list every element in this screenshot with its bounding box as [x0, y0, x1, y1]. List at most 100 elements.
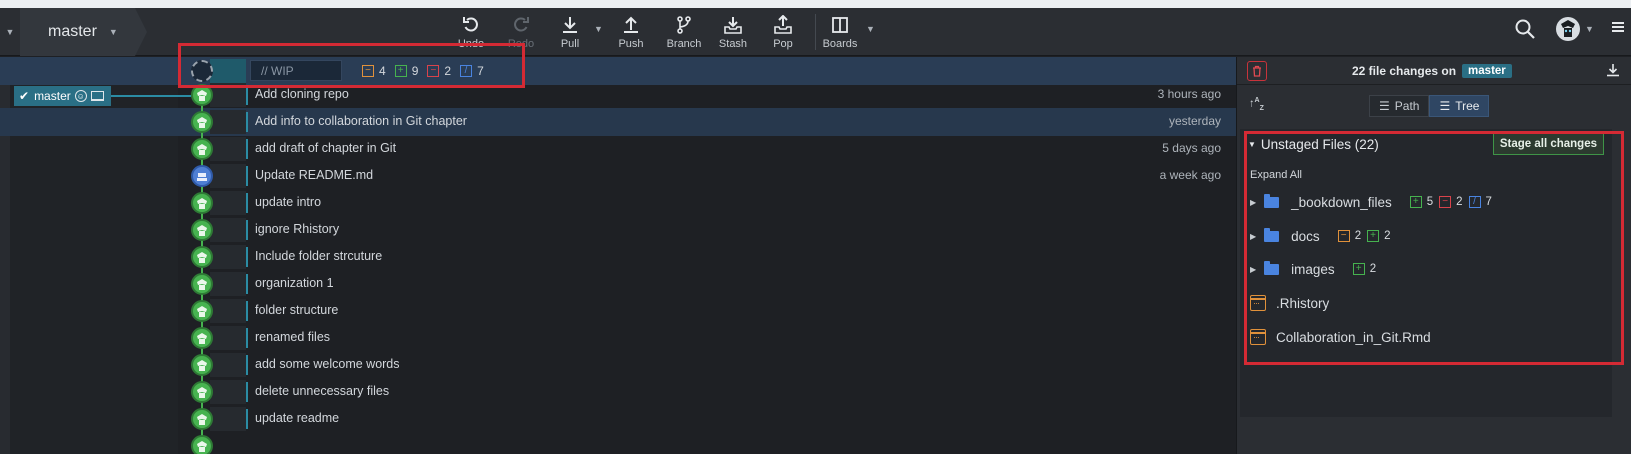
commit-node[interactable] — [191, 246, 213, 268]
menu-icon — [1612, 22, 1624, 32]
commit-row[interactable]: renamed files — [0, 324, 1236, 352]
pull-button[interactable]: Pull — [555, 10, 585, 54]
branch-selector[interactable]: master ▼ — [20, 8, 147, 56]
graph-tile — [210, 218, 246, 242]
commit-message: update intro — [255, 195, 322, 209]
commit-row[interactable]: update readme — [0, 405, 1236, 433]
chevron-down-icon: ▼ — [1585, 24, 1594, 34]
commit-time: 5 days ago — [1162, 141, 1221, 155]
commit-row[interactable]: Update README.md a week ago — [0, 162, 1236, 190]
laptop-icon — [90, 91, 104, 101]
trash-icon — [1253, 65, 1261, 77]
commit-message: renamed files — [255, 330, 331, 344]
graph-tile — [210, 191, 246, 215]
commit-node[interactable] — [191, 435, 213, 454]
avatar-icon — [197, 198, 207, 209]
commit-row[interactable]: Include folder strcuture — [0, 243, 1236, 271]
commit-message: Include folder strcuture — [255, 249, 383, 263]
download-button[interactable] — [1606, 63, 1620, 82]
path-view-button[interactable]: ☰ Path — [1369, 95, 1430, 117]
avatar — [1556, 17, 1580, 41]
graph-tile — [210, 326, 246, 350]
redo-icon — [514, 16, 529, 31]
row-divider — [246, 328, 248, 348]
remote-avatar-icon: ☺ — [74, 90, 87, 102]
branch-label: Branch — [666, 37, 702, 50]
commit-node[interactable] — [191, 300, 213, 322]
avatar-icon — [197, 387, 207, 398]
commit-node[interactable] — [191, 381, 213, 403]
commit-message: add some welcome words — [255, 357, 400, 371]
commit-message: add draft of chapter in Git — [255, 141, 397, 155]
pop-label: Pop — [773, 37, 793, 50]
avatar-icon — [197, 117, 207, 128]
commit-row[interactable]: folder structure — [0, 297, 1236, 325]
commit-node[interactable] — [191, 192, 213, 214]
boards-button[interactable]: Boards — [820, 10, 860, 54]
row-divider — [246, 409, 248, 429]
wip-highlight-box — [178, 43, 525, 88]
row-divider — [246, 382, 248, 402]
repo-menu-caret[interactable]: ▼ — [0, 8, 20, 56]
tree-view-button[interactable]: ☰ Tree — [1429, 95, 1490, 117]
avatar-icon — [197, 144, 207, 155]
commit-node[interactable] — [191, 165, 213, 187]
commit-row[interactable]: add some welcome words — [0, 351, 1236, 379]
graph-tile — [210, 110, 246, 134]
row-divider — [246, 355, 248, 375]
stash-label: Stash — [718, 37, 748, 50]
branch-tag-master[interactable]: ✔ master ☺ — [14, 86, 111, 106]
discard-all-button[interactable] — [1247, 61, 1267, 81]
avatar-icon — [197, 225, 207, 236]
commit-message: update readme — [255, 411, 340, 425]
unstaged-highlight-box — [1244, 131, 1624, 365]
avatar-icon — [197, 360, 207, 371]
panel-branch-badge: master — [1462, 64, 1512, 78]
file-changes-title: 22 file changes on master — [1352, 64, 1512, 78]
commit-row[interactable]: organization 1 — [0, 270, 1236, 298]
graph-tile — [210, 407, 246, 431]
commit-message: delete unnecessary files — [255, 384, 390, 398]
avatar-icon — [197, 441, 207, 452]
commit-row[interactable]: ignore Rhistory — [0, 216, 1236, 244]
window-top-strip — [0, 0, 1631, 8]
commit-node[interactable] — [191, 327, 213, 349]
commit-node[interactable] — [191, 408, 213, 430]
stash-icon — [724, 16, 742, 34]
sort-az-icon[interactable]: ↑AZ — [1249, 97, 1264, 112]
commit-row[interactable]: Add info to collaboration in Git chapter… — [0, 108, 1236, 136]
panel-header: 22 file changes on master — [1237, 57, 1631, 85]
commit-message: ignore Rhistory — [255, 222, 340, 236]
stash-button[interactable]: Stash — [717, 10, 749, 54]
boards-options-caret[interactable]: ▼ — [866, 24, 875, 34]
commit-node[interactable] — [191, 111, 213, 133]
pop-button[interactable]: Pop — [768, 10, 798, 54]
branch-tag-label: master — [34, 89, 71, 103]
commit-node[interactable] — [191, 273, 213, 295]
row-divider — [246, 301, 248, 321]
hamburger-menu-button[interactable] — [1611, 20, 1625, 39]
search-button[interactable] — [1514, 18, 1536, 45]
commit-row[interactable]: add draft of chapter in Git 5 days ago — [0, 135, 1236, 163]
profile-menu[interactable]: ▼ — [1555, 16, 1594, 42]
avatar-icon — [197, 279, 207, 290]
pull-icon — [563, 16, 577, 33]
branch-selector-label: master — [48, 23, 97, 40]
pull-options-caret[interactable]: ▼ — [594, 24, 603, 34]
chevron-down-icon: ▼ — [108, 27, 118, 37]
commit-node[interactable] — [191, 138, 213, 160]
branch-button[interactable]: Branch — [662, 10, 706, 54]
graph-tile — [210, 164, 246, 188]
commit-row[interactable]: delete unnecessary files — [0, 378, 1236, 406]
graph-tile — [210, 137, 246, 161]
commit-time: a week ago — [1159, 168, 1221, 182]
row-divider — [246, 112, 248, 132]
commit-node[interactable] — [191, 354, 213, 376]
commit-message: folder structure — [255, 303, 339, 317]
commit-node[interactable] — [191, 219, 213, 241]
commit-row[interactable]: update intro — [0, 189, 1236, 217]
avatar-icon — [197, 90, 207, 101]
graph-tile — [210, 245, 246, 269]
branch-icon — [677, 15, 691, 34]
push-button[interactable]: Push — [615, 10, 647, 54]
